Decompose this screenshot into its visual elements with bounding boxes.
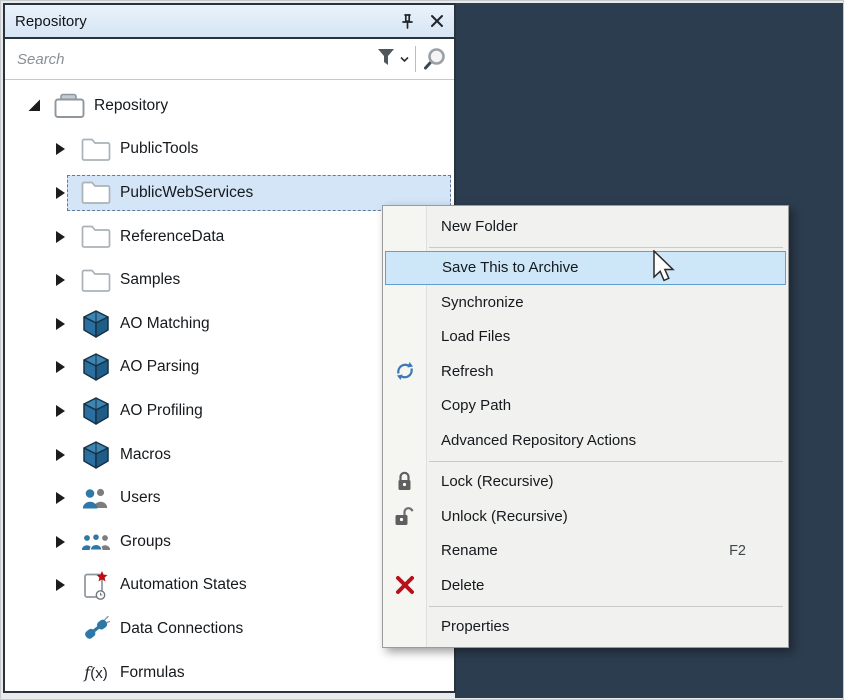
tree-item-label: PublicTools: [120, 140, 198, 158]
menu-item-label: Synchronize: [441, 294, 524, 311]
expander-collapsed-icon[interactable]: [53, 535, 67, 549]
cube-icon: [79, 352, 113, 382]
tree-item-label: Automation States: [120, 576, 247, 594]
chevron-down-icon: [400, 50, 409, 68]
menu-item-delete[interactable]: Delete: [383, 568, 788, 603]
menu-item-unlock-recursive[interactable]: Unlock (Recursive): [383, 499, 788, 534]
cube-icon: [79, 440, 113, 470]
cube-icon: [79, 396, 113, 426]
expander-collapsed-icon[interactable]: [53, 448, 67, 462]
folder-icon: [79, 181, 113, 204]
delete-icon: [383, 568, 426, 603]
menu-item-label: Properties: [441, 618, 509, 635]
folder-icon: [79, 225, 113, 248]
tree-item-body-repository[interactable]: Repository: [41, 88, 451, 124]
menu-item-load-files[interactable]: Load Files: [383, 320, 788, 355]
menu-item-shortcut: F2: [729, 543, 788, 559]
menu-item-lock-recursive[interactable]: Lock (Recursive): [383, 465, 788, 500]
menu-item-label: Copy Path: [441, 397, 511, 414]
expander-collapsed-icon[interactable]: [53, 317, 67, 331]
pin-icon[interactable]: [394, 8, 420, 34]
menu-separator: [429, 247, 783, 248]
formula-icon: f(x): [79, 663, 113, 682]
menu-item-label: Refresh: [441, 363, 494, 380]
filter-funnel-icon: [375, 46, 397, 73]
tree-item-label: Data Connections: [120, 620, 243, 638]
refresh-icon: [383, 354, 426, 389]
menu-item-copy-path[interactable]: Copy Path: [383, 389, 788, 424]
menu-item-synchronize[interactable]: Synchronize: [383, 285, 788, 320]
tree-item-repository[interactable]: Repository: [5, 84, 454, 128]
expander-collapsed-icon[interactable]: [53, 404, 67, 418]
search-bar: [5, 39, 454, 80]
tree-item-label: Repository: [94, 97, 168, 115]
menu-item-label: Rename: [441, 542, 498, 559]
menu-item-refresh[interactable]: Refresh: [383, 354, 788, 389]
expander-collapsed-icon[interactable]: [53, 273, 67, 287]
expander-expanded-icon[interactable]: [27, 99, 41, 112]
menu-item-new-folder[interactable]: New Folder: [383, 209, 788, 244]
expander-collapsed-icon[interactable]: [53, 186, 67, 200]
cube-icon: [79, 309, 113, 339]
folder-icon: [79, 138, 113, 161]
tree-item-label: Samples: [120, 271, 180, 289]
folder-icon: [79, 269, 113, 292]
menu-item-save-this-to-archive[interactable]: Save This to Archive: [385, 251, 786, 286]
expander-collapsed-icon[interactable]: [53, 491, 67, 505]
groups-icon: [79, 533, 113, 551]
menu-item-properties[interactable]: Properties: [383, 610, 788, 645]
close-icon[interactable]: [424, 8, 450, 34]
unlock-icon: [383, 499, 426, 534]
tree-item-label: Users: [120, 489, 160, 507]
automation-icon: [79, 570, 113, 601]
tree-item-label: ReferenceData: [120, 228, 224, 246]
filter-button[interactable]: [373, 46, 415, 73]
menu-separator: [429, 461, 783, 462]
menu-separator: [429, 606, 783, 607]
lock-icon: [383, 465, 426, 500]
context-menu: New Folder Save This to Archive Synchroniz…: [382, 205, 789, 648]
menu-item-label: Delete: [441, 577, 484, 594]
tree-item-label: AO Matching: [120, 315, 210, 333]
screenshot-frame: Repository: [0, 0, 844, 700]
expander-collapsed-icon[interactable]: [53, 230, 67, 244]
expander-collapsed-icon[interactable]: [53, 578, 67, 592]
menu-item-label: Load Files: [441, 328, 510, 345]
menu-item-label: Advanced Repository Actions: [441, 432, 636, 449]
panel-titlebar: Repository: [5, 5, 454, 39]
menu-item-label: Lock (Recursive): [441, 473, 554, 490]
menu-item-label: New Folder: [441, 218, 518, 235]
search-icon[interactable]: [416, 47, 454, 71]
expander-collapsed-icon[interactable]: [53, 142, 67, 156]
menu-item-advanced-repository-actions[interactable]: Advanced Repository Actions: [383, 423, 788, 458]
connections-icon: [79, 616, 113, 642]
tree-item-label: Macros: [120, 446, 171, 464]
tree-item-formulas[interactable]: f(x) Formulas: [5, 651, 454, 695]
tree-item-publictools[interactable]: PublicTools: [5, 128, 454, 172]
tree-item-label: PublicWebServices: [120, 184, 253, 202]
menu-item-rename[interactable]: Rename F2: [383, 534, 788, 569]
tree-item-label: AO Profiling: [120, 402, 203, 420]
menu-item-label: Unlock (Recursive): [441, 508, 568, 525]
repository-icon: [53, 93, 87, 119]
tree-item-body-publictools[interactable]: PublicTools: [67, 131, 451, 167]
tree-item-body-formulas[interactable]: f(x) Formulas: [67, 655, 451, 691]
users-icon: [79, 487, 113, 509]
tree-item-label: AO Parsing: [120, 358, 199, 376]
menu-item-label: Save This to Archive: [442, 259, 578, 276]
expander-collapsed-icon[interactable]: [53, 360, 67, 374]
tree-item-label: Formulas: [120, 664, 185, 682]
tree-item-label: Groups: [120, 533, 171, 551]
search-input[interactable]: [5, 50, 373, 69]
panel-title: Repository: [5, 13, 87, 30]
